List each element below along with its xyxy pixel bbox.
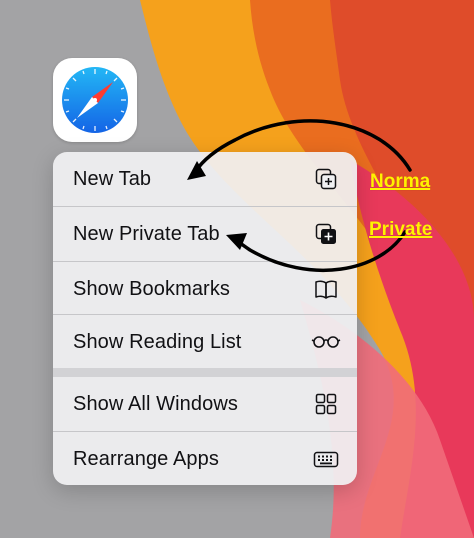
- menu-item-rearrange-apps[interactable]: Rearrange Apps: [53, 432, 357, 485]
- new-tab-icon: [313, 166, 339, 192]
- context-menu: New Tab New Private Tab Show Bookmarks S…: [53, 152, 357, 485]
- menu-item-show-all-windows[interactable]: Show All Windows: [53, 377, 357, 431]
- menu-item-label: New Private Tab: [73, 223, 220, 245]
- annotation-normal-label: Norma: [370, 171, 431, 192]
- menu-item-show-reading-list[interactable]: Show Reading List: [53, 315, 357, 369]
- menu-group-separator: [53, 368, 357, 377]
- grid-icon: [313, 391, 339, 417]
- new-private-tab-icon: [313, 221, 339, 247]
- annotation-private-label: Private: [369, 219, 433, 240]
- menu-item-label: Show Reading List: [73, 331, 242, 353]
- menu-item-label: New Tab: [73, 168, 152, 190]
- keyboard-icon: [312, 446, 340, 472]
- menu-item-label: Show Bookmarks: [73, 278, 231, 300]
- menu-item-label: Show All Windows: [73, 393, 238, 415]
- glasses-icon: [311, 329, 341, 355]
- menu-item-show-bookmarks[interactable]: Show Bookmarks: [53, 262, 357, 316]
- compass-icon: [62, 67, 128, 133]
- menu-item-label: Rearrange Apps: [73, 448, 219, 470]
- menu-item-new-private-tab[interactable]: New Private Tab: [53, 207, 357, 261]
- safari-app-icon[interactable]: [53, 58, 137, 142]
- book-icon: [313, 276, 339, 302]
- menu-item-new-tab[interactable]: New Tab: [53, 152, 357, 206]
